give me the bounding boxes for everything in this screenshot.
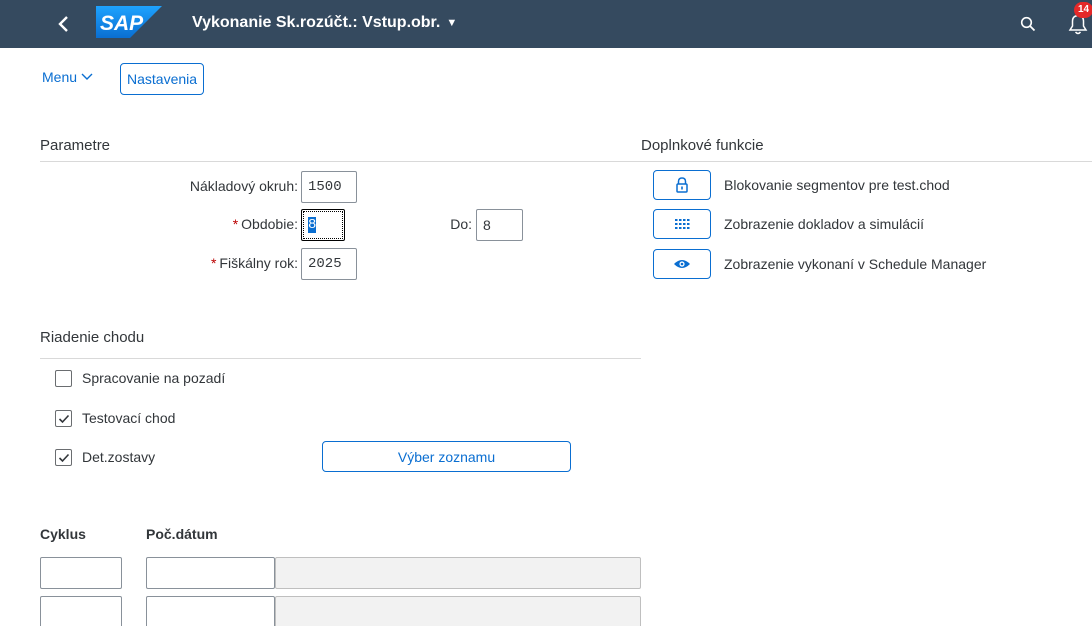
do-input[interactable]: 8 (476, 209, 523, 241)
required-marker: * (210, 255, 217, 271)
app-title-text: Vykonanie Sk.rozúčt.: Vstup.obr. (192, 14, 441, 31)
column-header-cyklus: Cyklus (40, 526, 86, 542)
menu-label: Menu (42, 69, 78, 85)
zobrazenie-dokladov-label: Zobrazenie dokladov a simulácií (724, 216, 924, 232)
sap-logo-text: SAP (100, 12, 144, 35)
search-button[interactable] (1012, 8, 1044, 40)
spracovanie-label: Spracovanie na pozadí (82, 370, 226, 386)
sap-logo[interactable]: SAP (96, 6, 162, 38)
checkmark-icon (58, 453, 69, 462)
nastavenia-button[interactable]: Nastavenia (120, 63, 205, 95)
obdobie-input[interactable]: 8 (301, 209, 345, 241)
eye-icon (674, 260, 690, 268)
testovaci-chod-label: Testovací chod (82, 410, 176, 426)
cyklus-input[interactable] (40, 596, 122, 626)
riadenie-title: Riadenie chodu (40, 329, 145, 346)
zobrazenie-vykonani-button[interactable] (653, 249, 711, 279)
back-button[interactable] (48, 8, 80, 40)
notification-badge: 14 (1074, 2, 1092, 18)
testovaci-chod-checkbox[interactable] (55, 410, 72, 427)
riadenie-divider (40, 358, 641, 359)
parametre-divider (40, 161, 641, 162)
column-header-pocdatum: Poč.dátum (146, 526, 218, 542)
do-label: Do: (450, 216, 472, 232)
parametre-title: Parametre (40, 137, 111, 154)
obdobie-label: * Obdobie: (233, 216, 298, 232)
title-dropdown-icon: ▼ (446, 17, 458, 29)
pocdatum-input[interactable] (146, 596, 275, 626)
blokovanie-label: Blokovanie segmentov pre test.chod (724, 177, 950, 193)
grid-icon (675, 219, 690, 229)
zobrazenie-vykonani-label: Zobrazenie vykonaní v Schedule Manager (724, 256, 987, 272)
nakladovy-okruh-input[interactable]: 1500 (301, 171, 357, 203)
det-zostavy-label: Det.zostavy (82, 449, 156, 465)
shell-bar: SAP Vykonanie Sk.rozúčt.: Vstup.obr. ▼ 14 (0, 0, 1092, 48)
lock-icon (676, 177, 688, 193)
fiskalny-rok-label-text: Fiškálny rok: (219, 255, 298, 271)
blokovanie-button[interactable] (653, 170, 711, 200)
cyklus-description-field (275, 557, 641, 589)
menu-button[interactable]: Menu (42, 69, 93, 85)
chevron-down-icon (81, 73, 93, 80)
cyklus-description-field (275, 596, 641, 626)
obdobie-value: 8 (308, 217, 317, 233)
spracovanie-checkbox[interactable] (55, 370, 72, 387)
fiskalny-rok-input[interactable]: 2025 (301, 248, 357, 280)
cyklus-input[interactable] (40, 557, 122, 589)
required-marker: * (232, 216, 239, 232)
fiskalny-rok-label: * Fiškálny rok: (211, 255, 298, 271)
search-icon (1020, 16, 1036, 32)
det-zostavy-checkbox[interactable] (55, 449, 72, 466)
nakladovy-okruh-label: Nákladový okruh: (189, 178, 298, 194)
doplnkove-title: Doplnkové funkcie (641, 137, 764, 154)
pocdatum-input[interactable] (146, 557, 275, 589)
app-title[interactable]: Vykonanie Sk.rozúčt.: Vstup.obr. ▼ (192, 14, 457, 32)
zobrazenie-dokladov-button[interactable] (653, 209, 711, 239)
vyber-zoznamu-button[interactable]: Výber zoznamu (322, 441, 571, 472)
checkmark-icon (58, 414, 69, 423)
back-icon (58, 16, 68, 32)
doplnkove-divider (641, 161, 1092, 162)
obdobie-label-text: Obdobie: (241, 216, 298, 232)
